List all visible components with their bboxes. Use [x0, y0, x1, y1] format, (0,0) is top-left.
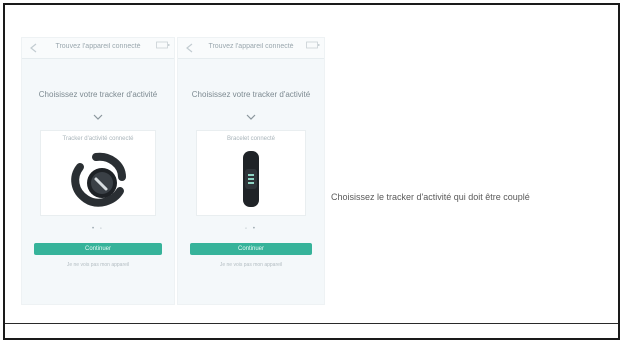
figure-frame: Trouvez l'appareil connecté Choisissez v… [3, 3, 620, 340]
pagination-dots: ◦ • [245, 226, 257, 232]
bottom-divider [5, 323, 618, 324]
chevron-down-icon [93, 114, 103, 120]
pagination-dots: • ◦ [92, 226, 104, 232]
back-arrow-icon[interactable] [184, 42, 196, 54]
help-link[interactable]: Je ne vois pas mon appareil [32, 262, 164, 268]
screen-title: Trouvez l'appareil connecté [208, 43, 294, 50]
battery-icon [156, 41, 170, 49]
chevron-down-icon [246, 114, 256, 120]
device-card[interactable]: Tracker d'activité connecté [40, 130, 156, 216]
phone-screen-left: Trouvez l'appareil connecté Choisissez v… [21, 37, 175, 305]
continue-button[interactable]: Continuer [34, 243, 162, 255]
screen-title: Trouvez l'appareil connecté [55, 43, 141, 50]
battery-icon [306, 41, 320, 49]
step-caption: Choisissez le tracker d'activité qui doi… [331, 192, 530, 202]
device-card[interactable]: Bracelet connecté [196, 130, 306, 216]
choose-tracker-heading: Choisissez votre tracker d'activité [38, 90, 158, 99]
device-name: Tracker d'activité connecté [62, 136, 134, 142]
help-link[interactable]: Je ne vois pas mon appareil [188, 262, 314, 268]
choose-tracker-heading: Choisissez votre tracker d'activité [191, 90, 311, 99]
phone-screen-right: Trouvez l'appareil connecté Choisissez v… [177, 37, 325, 305]
fitness-band-icon [243, 151, 259, 207]
app-header: Trouvez l'appareil connecté [22, 38, 174, 59]
device-name: Bracelet connecté [226, 136, 276, 142]
smartwatch-round-icon [71, 152, 126, 207]
back-arrow-icon[interactable] [28, 42, 40, 54]
continue-button[interactable]: Continuer [190, 243, 312, 255]
app-header: Trouvez l'appareil connecté [178, 38, 324, 59]
